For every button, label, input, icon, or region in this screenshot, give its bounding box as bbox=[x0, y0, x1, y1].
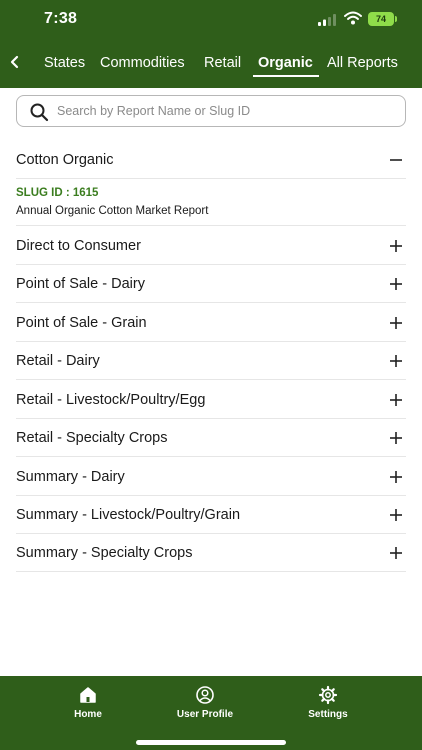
user-icon bbox=[196, 686, 214, 704]
expand-plus-icon[interactable] bbox=[390, 432, 402, 444]
expand-plus-icon[interactable] bbox=[390, 394, 402, 406]
list-item-label: Retail - Dairy bbox=[16, 353, 100, 369]
list-item-label: Retail - Specialty Crops bbox=[16, 430, 168, 446]
search-input[interactable]: Search by Report Name or Slug ID bbox=[57, 96, 250, 126]
list-item[interactable]: Retail - Livestock/Poultry/Egg bbox=[16, 381, 406, 419]
battery-icon: 74 bbox=[368, 12, 394, 26]
home-indicator[interactable] bbox=[136, 740, 286, 745]
search-icon bbox=[30, 103, 49, 122]
status-time: 7:38 bbox=[44, 10, 78, 27]
nav-home[interactable]: Home bbox=[33, 682, 143, 726]
slug-id: SLUG ID : 1615 bbox=[16, 187, 99, 199]
tab-states[interactable]: States bbox=[44, 55, 85, 71]
gear-icon bbox=[318, 685, 338, 705]
cellular-signal-icon bbox=[318, 14, 336, 26]
list-item[interactable]: Point of Sale - Grain bbox=[16, 304, 406, 342]
nav-home-label: Home bbox=[74, 709, 102, 720]
list-item-label: Summary - Specialty Crops bbox=[16, 545, 193, 561]
nav-user-profile-label: User Profile bbox=[176, 709, 234, 720]
battery-level: 74 bbox=[375, 14, 386, 24]
search-bar[interactable]: Search by Report Name or Slug ID bbox=[16, 95, 406, 127]
expand-plus-icon[interactable] bbox=[390, 355, 402, 367]
list-item[interactable]: Point of Sale - Dairy bbox=[16, 265, 406, 303]
expand-plus-icon[interactable] bbox=[390, 471, 402, 483]
tab-retail[interactable]: Retail bbox=[204, 55, 241, 71]
list-item-label: Point of Sale - Grain bbox=[16, 315, 147, 331]
bottom-nav-bar: Home User Profile Settings bbox=[0, 676, 422, 750]
report-detail[interactable]: SLUG ID : 1615 Annual Organic Cotton Mar… bbox=[16, 179, 406, 226]
list-item-label: Direct to Consumer bbox=[16, 238, 141, 254]
list-item-label: Point of Sale - Dairy bbox=[16, 276, 145, 292]
expand-plus-icon[interactable] bbox=[390, 278, 402, 290]
list-item-label: Retail - Livestock/Poultry/Egg bbox=[16, 392, 206, 408]
expand-plus-icon[interactable] bbox=[390, 547, 402, 559]
expand-plus-icon[interactable] bbox=[390, 317, 402, 329]
report-description: Annual Organic Cotton Market Report bbox=[16, 205, 209, 217]
tab-all-reports[interactable]: All Reports bbox=[327, 55, 398, 71]
wifi-icon bbox=[344, 11, 362, 25]
expand-plus-icon[interactable] bbox=[390, 240, 402, 252]
active-tab-indicator bbox=[253, 75, 319, 77]
list-item-label: Cotton Organic bbox=[16, 152, 114, 168]
list-item-expanded[interactable]: Cotton Organic bbox=[16, 141, 406, 179]
list-item-label: Summary - Livestock/Poultry/Grain bbox=[16, 507, 241, 523]
battery-tip bbox=[395, 16, 397, 22]
list-item-label: Summary - Dairy bbox=[16, 469, 125, 485]
list-item[interactable]: Summary - Dairy bbox=[16, 458, 406, 496]
list-item[interactable]: Retail - Specialty Crops bbox=[16, 419, 406, 457]
list-item[interactable]: Direct to Consumer bbox=[16, 227, 406, 265]
nav-user-profile[interactable]: User Profile bbox=[150, 682, 260, 726]
list-item[interactable]: Summary - Specialty Crops bbox=[16, 534, 406, 572]
home-icon bbox=[80, 687, 96, 703]
expand-plus-icon[interactable] bbox=[390, 509, 402, 521]
tab-commodities[interactable]: Commodities bbox=[100, 55, 185, 71]
list-item[interactable]: Summary - Livestock/Poultry/Grain bbox=[16, 496, 406, 534]
tab-organic[interactable]: Organic bbox=[258, 55, 313, 71]
status-bar: 7:38 74 bbox=[0, 0, 422, 40]
list-item[interactable]: Retail - Dairy bbox=[16, 342, 406, 380]
nav-settings[interactable]: Settings bbox=[273, 682, 383, 726]
collapse-minus-icon[interactable] bbox=[390, 154, 402, 166]
nav-settings-label: Settings bbox=[308, 709, 348, 720]
app-header: 7:38 74 States Commodities Retail Organi… bbox=[0, 0, 422, 88]
back-chevron-icon[interactable] bbox=[6, 52, 24, 72]
